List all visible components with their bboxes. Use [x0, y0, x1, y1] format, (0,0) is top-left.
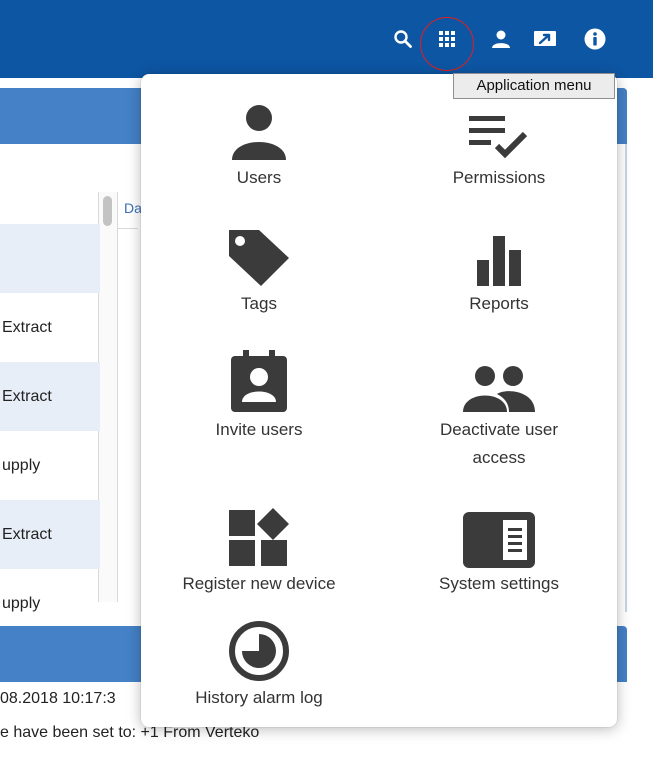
menu-item-system-settings[interactable]: System settings [389, 498, 609, 598]
top-navigation-bar [0, 0, 653, 78]
log-entry-timestamp: 08.2018 10:17:3 [0, 690, 116, 707]
menu-item-reports[interactable]: Reports [389, 218, 609, 318]
background-scrollbar[interactable] [98, 192, 118, 602]
menu-item-permissions[interactable]: Permissions [389, 92, 609, 192]
scrollbar-thumb[interactable] [103, 196, 112, 226]
apps-grid-icon[interactable] [430, 22, 464, 56]
user-icon [232, 105, 286, 160]
table-row[interactable]: Extract [0, 362, 100, 431]
log-entry-text: e have been set to: +1 From Verteko [0, 724, 260, 741]
tag-icon [229, 230, 289, 286]
menu-item-tags[interactable]: Tags [149, 218, 369, 318]
menu-item-label: System settings [439, 574, 559, 593]
menu-item-deactivate-user-access[interactable]: Deactivate user access [389, 344, 609, 472]
settings-panel-icon [463, 512, 535, 568]
bar-chart-icon [477, 236, 521, 286]
table-row[interactable]: upply [0, 431, 100, 500]
menu-item-label: Register new device [182, 574, 336, 593]
user-icon[interactable] [484, 22, 518, 56]
menu-item-label: Reports [469, 294, 529, 313]
table-row[interactable]: Extract [0, 500, 100, 569]
menu-item-label: Permissions [452, 168, 546, 187]
permissions-list-check-icon [469, 116, 528, 159]
group-users-icon [463, 366, 535, 412]
table-row[interactable]: Extract [0, 293, 100, 362]
menu-item-register-new-device[interactable]: Register new device [149, 498, 369, 598]
menu-item-label: Invite users [215, 420, 303, 439]
clock-history-icon [229, 621, 289, 681]
menu-item-label: Tags [241, 294, 277, 313]
table-row[interactable] [0, 224, 100, 293]
screen-icon[interactable] [528, 22, 562, 56]
search-icon[interactable] [386, 22, 420, 56]
menu-item-invite-users[interactable]: Invite users [149, 344, 369, 444]
application-menu: Users Permissions Tags Reports Invite us… [141, 74, 617, 727]
background-table-rows: Extract Extract upply Extract upply [0, 224, 100, 638]
menu-item-label: History alarm log [195, 688, 323, 707]
tooltip-application-menu: Application menu [453, 73, 615, 99]
menu-item-history-alarm-log[interactable]: History alarm log [149, 612, 369, 712]
info-icon[interactable] [578, 22, 612, 56]
menu-item-users[interactable]: Users [149, 92, 369, 192]
widgets-icon [229, 508, 289, 566]
contact-badge-icon [231, 350, 287, 412]
menu-item-label: Users [236, 168, 282, 187]
menu-item-label: Deactivate user access [439, 420, 559, 467]
column-header[interactable]: Da [124, 200, 142, 216]
